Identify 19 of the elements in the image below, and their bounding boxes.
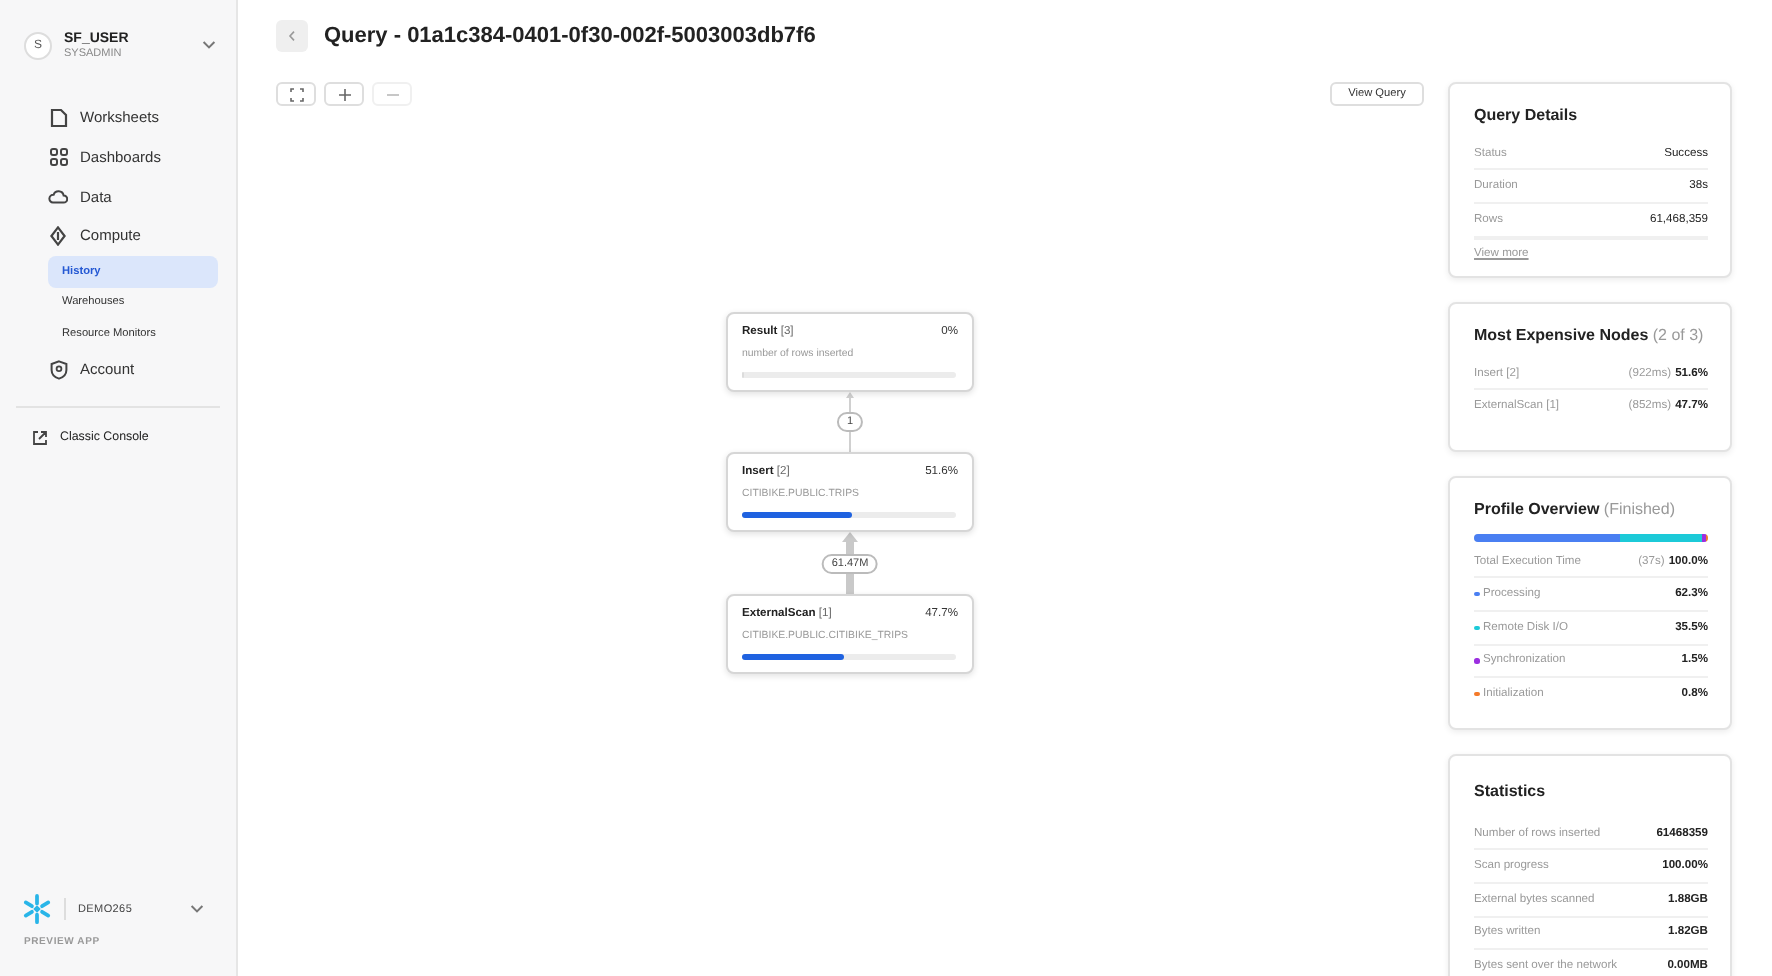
fit-view-button[interactable]: [276, 82, 316, 106]
snowflake-logo-icon: [22, 894, 52, 924]
shield-icon: [49, 359, 67, 380]
card-title: Most Expensive Nodes (2 of 3): [1474, 326, 1706, 348]
chevron-down-icon: [190, 904, 204, 914]
external-link-icon: [32, 429, 48, 446]
card-title: Statistics: [1474, 782, 1548, 804]
page-title: Query - 01a1c384-0401-0f30-002f-5003003db7f6: [324, 24, 816, 48]
chevron-left-icon: [288, 30, 296, 42]
zoom-in-button[interactable]: [324, 82, 364, 106]
card-title: Query Details: [1474, 106, 1580, 128]
grid-icon: [49, 148, 67, 167]
document-icon: [49, 107, 67, 128]
cloud-icon: [48, 189, 68, 204]
diamond-icon: [50, 225, 66, 246]
card-title: Profile Overview (Finished): [1474, 500, 1677, 522]
chevron-down-icon: [202, 40, 216, 50]
plus-icon: [337, 87, 351, 101]
expand-icon: [289, 87, 303, 101]
